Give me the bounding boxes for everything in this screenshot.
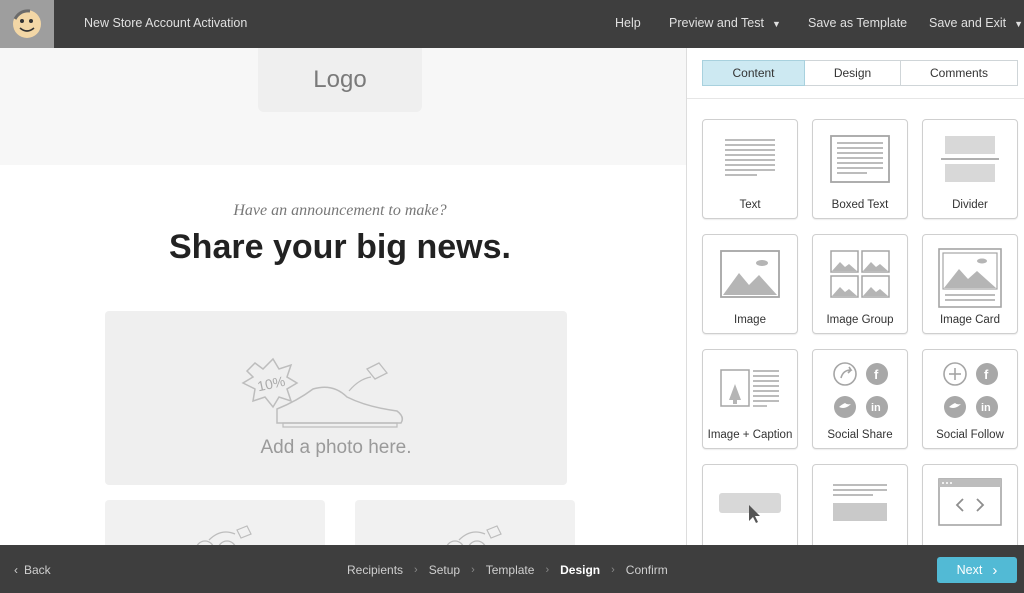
block-label: Social Follow (936, 429, 1004, 441)
chevron-down-icon: ▼ (1014, 19, 1024, 29)
block-image-caption[interactable]: Image + Caption (702, 349, 798, 449)
block-label: Divider (952, 199, 988, 211)
email-canvas: Logo Have an announcement to make? Share… (0, 48, 686, 545)
preview-and-test-label: Preview and Test (669, 16, 764, 30)
image-card-block-icon (938, 248, 1002, 308)
mailchimp-logo-icon[interactable] (0, 0, 54, 48)
block-label: Boxed Text (831, 199, 889, 211)
block-button[interactable] (702, 464, 798, 545)
block-footer[interactable] (812, 464, 908, 545)
image-block-icon (720, 250, 780, 298)
svg-text:in: in (871, 402, 881, 414)
save-and-exit-label: Save and Exit (929, 16, 1007, 30)
chevron-right-icon: › (414, 564, 418, 576)
chevron-right-icon: › (611, 564, 615, 576)
chevron-left-icon: ‹ (14, 563, 18, 577)
block-label: Text (739, 199, 761, 211)
block-label: Image Card (939, 314, 1001, 326)
svg-text:f: f (984, 367, 989, 382)
block-image[interactable]: Image (702, 234, 798, 334)
back-label: Back (24, 563, 51, 577)
step-confirm[interactable]: Confirm (626, 563, 668, 577)
photo-prompt: Add a photo here. (260, 437, 412, 458)
block-image-card[interactable]: Image Card (922, 234, 1018, 334)
block-image-group[interactable]: Image Group (812, 234, 908, 334)
step-setup[interactable]: Setup (429, 563, 460, 577)
block-social-follow[interactable]: f in Social Follow (922, 349, 1018, 449)
content-panel: Content Design Comments Text Boxed Text (686, 48, 1024, 545)
block-label: Image (734, 314, 766, 326)
logo-placeholder[interactable]: Logo (258, 48, 422, 112)
tab-comments[interactable]: Comments (901, 60, 1018, 86)
footer-block-icon (833, 484, 887, 521)
discount-badge-text: 10% (256, 373, 287, 394)
shoe-illustration-icon: 10% (241, 357, 404, 428)
svg-text:f: f (874, 367, 879, 382)
button-block-icon (719, 493, 781, 523)
image-group-block-icon (830, 250, 890, 298)
breadcrumb: Recipients › Setup › Template › Design ›… (347, 563, 668, 577)
chevron-right-icon: › (471, 564, 475, 576)
preview-and-test-menu[interactable]: Preview and Test ▼ (669, 16, 781, 30)
tab-design[interactable]: Design (805, 60, 901, 86)
code-block-icon (938, 478, 1002, 526)
product-block-right[interactable] (355, 500, 575, 545)
block-label: Image + Caption (707, 429, 793, 441)
product-block-left[interactable] (105, 500, 325, 545)
step-design[interactable]: Design (560, 563, 600, 577)
image-caption-block-icon (720, 369, 779, 407)
chevron-right-icon: › (992, 561, 998, 579)
social-share-block-icon: f in (833, 362, 888, 418)
headline-text[interactable]: Share your big news. (0, 228, 680, 267)
chevron-down-icon: ▼ (771, 19, 781, 29)
announcement-text[interactable]: Have an announcement to make? (0, 202, 680, 220)
block-code[interactable] (922, 464, 1018, 545)
product-illustration-icon (446, 525, 502, 545)
block-social-share[interactable]: f in Social Share (812, 349, 908, 449)
footer-bar: ‹ Back Recipients › Setup › Template › De… (0, 545, 1024, 593)
divider-block-icon (941, 136, 999, 182)
social-follow-block-icon: f in (943, 362, 998, 418)
campaign-title: New Store Account Activation (84, 16, 248, 30)
block-text[interactable]: Text (702, 119, 798, 219)
step-template[interactable]: Template (486, 563, 535, 577)
help-link[interactable]: Help (615, 16, 641, 30)
chevron-right-icon: › (545, 564, 550, 576)
back-button[interactable]: ‹ Back (14, 563, 51, 577)
tab-content[interactable]: Content (702, 60, 805, 86)
top-bar: New Store Account Activation Help Previe… (0, 0, 1024, 48)
block-boxed-text[interactable]: Boxed Text (812, 119, 908, 219)
step-recipients[interactable]: Recipients (347, 563, 403, 577)
save-and-exit-menu[interactable]: Save and Exit ▼ (929, 16, 1023, 30)
panel-divider (687, 98, 1024, 99)
product-illustration-icon (196, 525, 252, 545)
block-label: Image Group (826, 314, 894, 326)
block-label: Social Share (827, 429, 893, 441)
photo-placeholder[interactable]: 10% Add a photo here. (105, 311, 567, 485)
text-block-icon (725, 139, 775, 176)
boxed-text-block-icon (830, 135, 890, 183)
panel-tabs: Content Design Comments (702, 60, 1018, 86)
next-button[interactable]: Next › (937, 557, 1017, 583)
next-label: Next (956, 563, 983, 577)
svg-text:in: in (981, 402, 991, 414)
block-divider[interactable]: Divider (922, 119, 1018, 219)
save-as-template-link[interactable]: Save as Template (808, 16, 907, 30)
